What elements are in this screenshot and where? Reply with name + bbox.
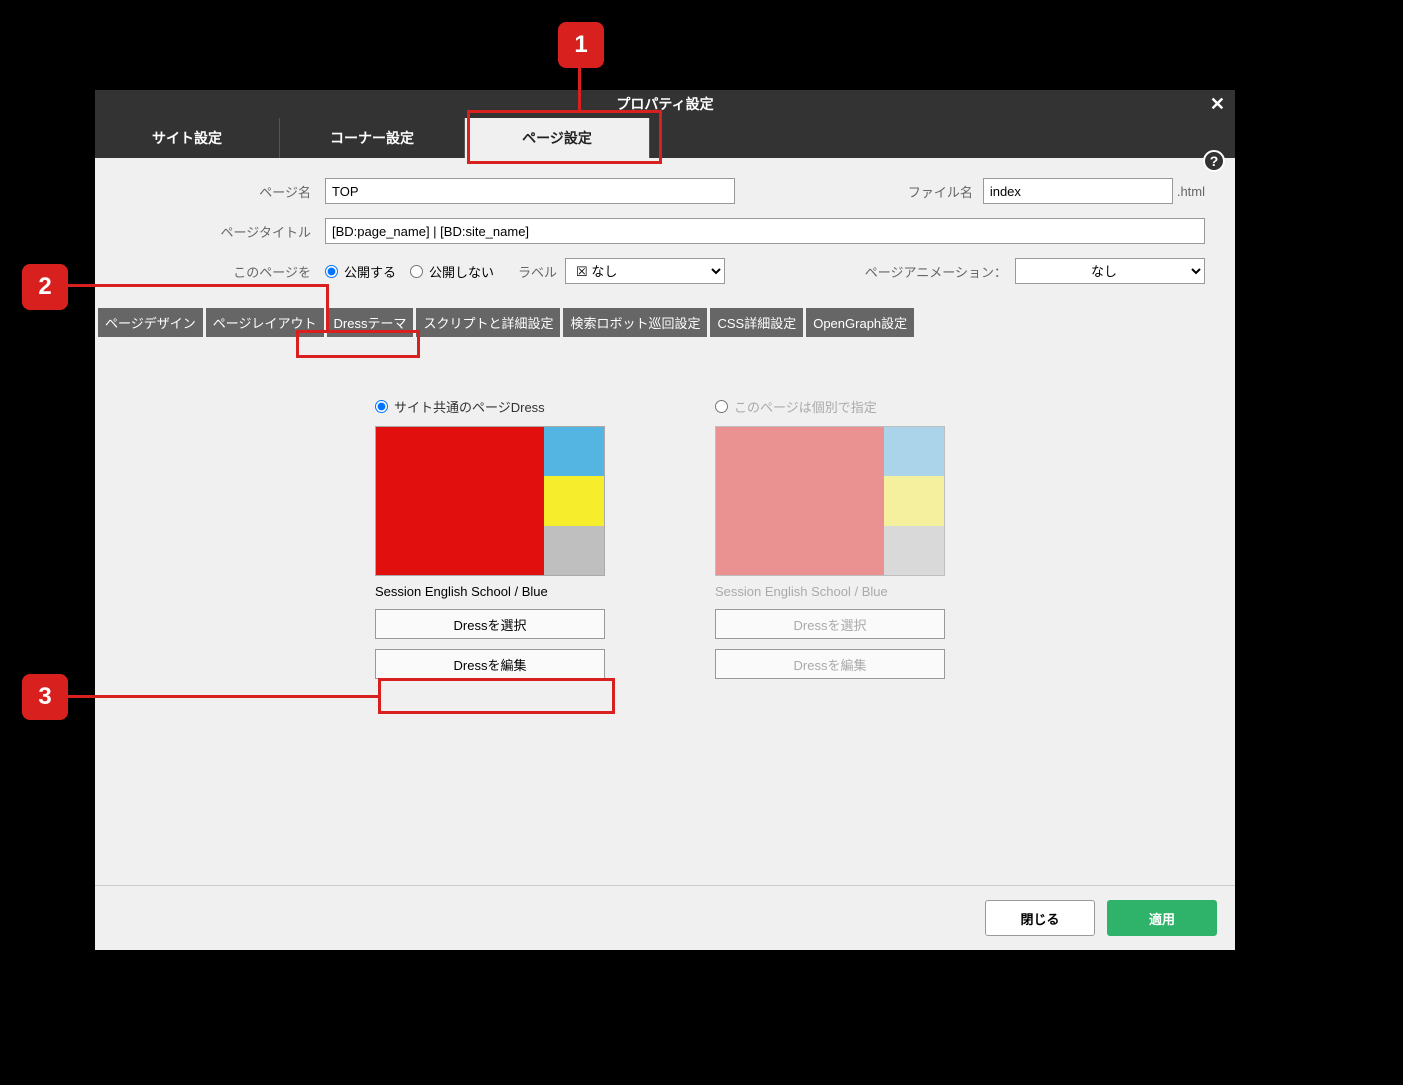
label-label: ラベル [518, 262, 557, 281]
dress-shared-column: サイト共通のページDress Session English School / … [375, 397, 615, 875]
dialog-footer: 閉じる 適用 [95, 885, 1235, 950]
callout-2-line-h [68, 284, 328, 287]
radio-dress-shared[interactable]: サイト共通のページDress [375, 397, 615, 416]
row-publish: このページを 公開する 公開しない ラベル ☒ なし ページアニメーション： な… [125, 258, 1205, 284]
radio-publish-no-label: 公開しない [429, 262, 494, 281]
subtab-script-advanced[interactable]: スクリプトと詳細設定 [416, 308, 560, 337]
sub-tabs: ページデザイン ページレイアウト Dressテーマ スクリプトと詳細設定 検索ロ… [95, 308, 1235, 337]
property-dialog: プロパティ設定 ✕ サイト設定 コーナー設定 ページ設定 ? ページ名 ファイル… [95, 90, 1235, 950]
dress-swatch-main [376, 427, 544, 575]
file-name-input[interactable] [983, 178, 1173, 204]
callout-2: 2 [22, 264, 68, 310]
dress-caption-shared: Session English School / Blue [375, 584, 615, 599]
tab-site-settings[interactable]: サイト設定 [95, 118, 280, 158]
tab-page-settings[interactable]: ページ設定 [465, 118, 650, 158]
radio-publish-no[interactable]: 公開しない [410, 262, 494, 281]
close-button[interactable]: 閉じる [985, 900, 1095, 936]
callout-2-line-v [326, 284, 329, 332]
callout-1: 1 [558, 22, 604, 68]
dress-select-button-disabled: Dressを選択 [715, 609, 945, 639]
radio-publish-yes-input[interactable] [325, 265, 338, 278]
close-icon[interactable]: ✕ [1210, 94, 1225, 115]
dress-caption-individual: Session English School / Blue [715, 584, 955, 599]
apply-button[interactable]: 適用 [1107, 900, 1217, 936]
dialog-title: プロパティ設定 [616, 94, 713, 114]
dialog-titlebar: プロパティ設定 ✕ [95, 90, 1235, 118]
label-file-name: ファイル名 [908, 182, 973, 201]
dress-select-button[interactable]: Dressを選択 [375, 609, 605, 639]
subtab-robot[interactable]: 検索ロボット巡回設定 [563, 308, 707, 337]
dress-swatch-r1-muted [884, 427, 944, 476]
dress-swatch-r3-muted [884, 526, 944, 575]
subtab-page-layout[interactable]: ページレイアウト [206, 308, 324, 337]
dress-preview-individual [715, 426, 945, 576]
label-publish: このページを [125, 262, 325, 281]
page-title-input[interactable] [325, 218, 1205, 244]
file-ext: .html [1177, 184, 1205, 199]
tab-corner-settings[interactable]: コーナー設定 [280, 118, 465, 158]
label-select[interactable]: ☒ なし [565, 258, 725, 284]
dress-swatch-main-muted [716, 427, 884, 575]
dress-edit-button-disabled: Dressを編集 [715, 649, 945, 679]
top-tabs: サイト設定 コーナー設定 ページ設定 ? [95, 118, 1235, 158]
radio-dress-shared-label: サイト共通のページDress [394, 397, 545, 416]
radio-dress-shared-input[interactable] [375, 400, 388, 413]
radio-dress-individual-label: このページは個別で指定 [734, 397, 877, 416]
callout-1-line [578, 68, 581, 110]
label-page-animation: ページアニメーション： [865, 262, 1007, 281]
dress-edit-button[interactable]: Dressを編集 [375, 649, 605, 679]
callout-3-line [68, 695, 378, 698]
radio-publish-yes-label: 公開する [344, 262, 396, 281]
dress-preview-shared [375, 426, 605, 576]
dress-individual-column: このページは個別で指定 Session English School / Blu… [715, 397, 955, 875]
row-page-name: ページ名 ファイル名 .html [125, 178, 1205, 204]
page-animation-select[interactable]: なし [1015, 258, 1205, 284]
subtab-css-advanced[interactable]: CSS詳細設定 [710, 308, 803, 337]
radio-dress-individual[interactable]: このページは個別で指定 [715, 397, 955, 416]
page-name-input[interactable] [325, 178, 735, 204]
dress-swatch-r1 [544, 427, 604, 476]
radio-publish-no-input[interactable] [410, 265, 423, 278]
row-page-title: ページタイトル [125, 218, 1205, 244]
subtab-dress-theme[interactable]: Dressテーマ [327, 308, 414, 337]
radio-dress-individual-input[interactable] [715, 400, 728, 413]
label-page-title: ページタイトル [125, 222, 325, 241]
dress-swatch-r2-muted [884, 476, 944, 525]
radio-publish-yes[interactable]: 公開する [325, 262, 396, 281]
callout-3: 3 [22, 674, 68, 720]
subtab-opengraph[interactable]: OpenGraph設定 [806, 308, 914, 337]
dress-swatch-r2 [544, 476, 604, 525]
dress-panel: サイト共通のページDress Session English School / … [95, 337, 1235, 885]
subtab-page-design[interactable]: ページデザイン [98, 308, 203, 337]
label-page-name: ページ名 [125, 182, 325, 201]
dress-swatch-r3 [544, 526, 604, 575]
